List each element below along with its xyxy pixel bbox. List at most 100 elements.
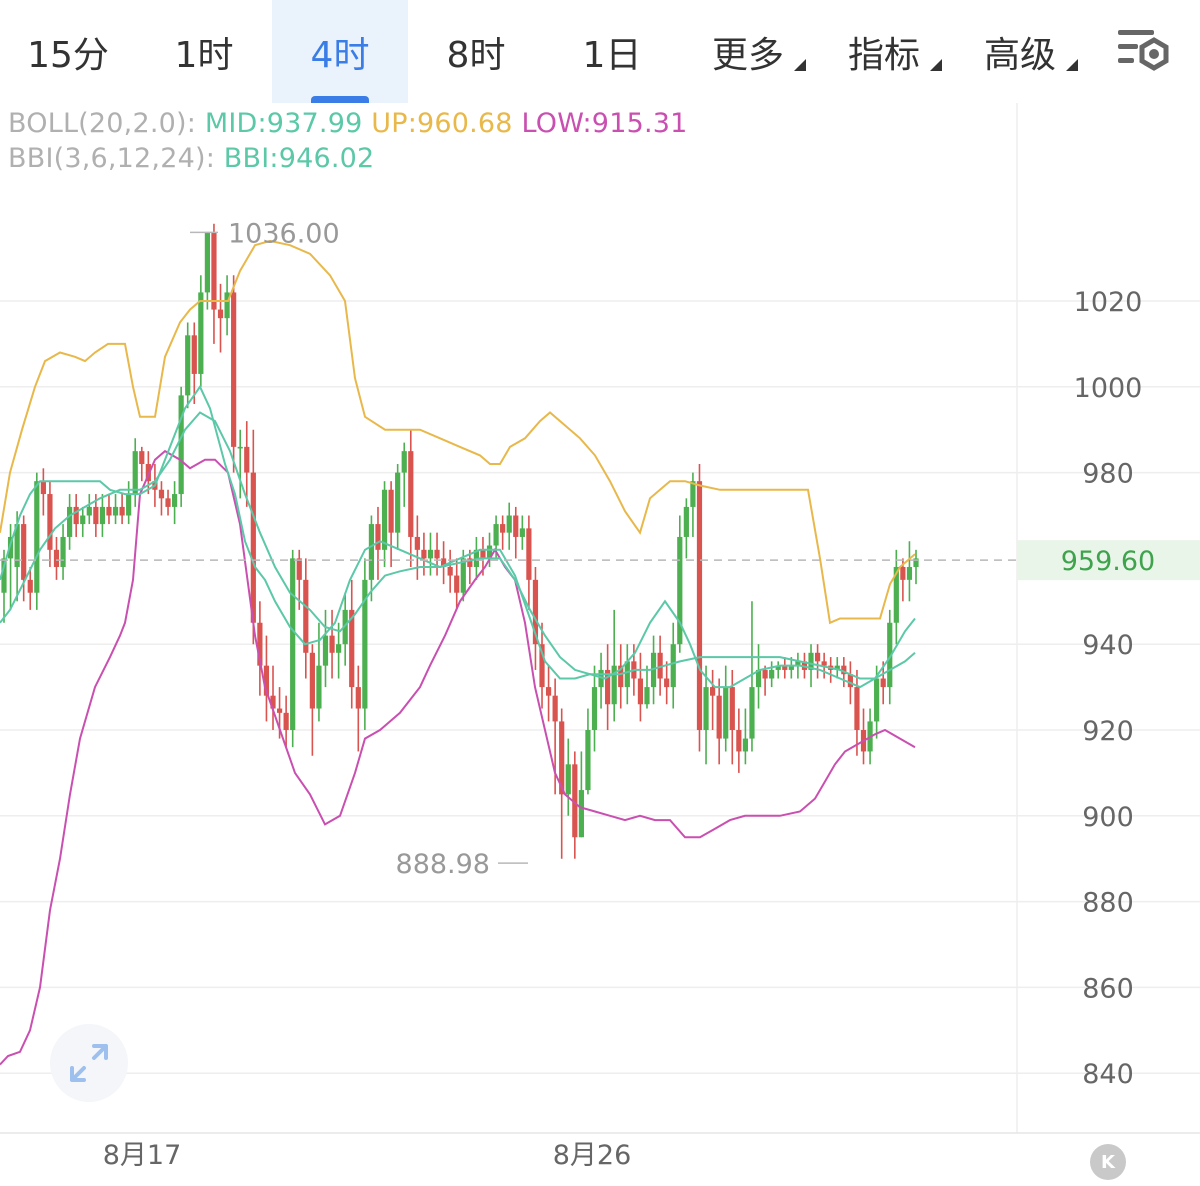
candle-body xyxy=(185,335,191,396)
candle-body xyxy=(710,687,716,696)
tab-label: 8时 xyxy=(446,34,506,76)
candle-body xyxy=(408,451,414,537)
candle-body xyxy=(880,678,886,688)
candle-body xyxy=(729,687,735,730)
candle-body xyxy=(73,506,79,525)
candle-body xyxy=(204,232,210,293)
candle-body xyxy=(421,549,427,559)
candle-body xyxy=(395,472,401,533)
candle-body xyxy=(217,309,224,319)
candle-body xyxy=(178,395,184,495)
expand-button[interactable] xyxy=(50,1024,128,1102)
candle-body xyxy=(401,451,407,473)
candle-body xyxy=(34,481,40,593)
y-tick-label: 880 xyxy=(1082,888,1134,919)
candle-body xyxy=(814,652,821,662)
candle-body xyxy=(414,536,420,550)
candle-body xyxy=(375,524,381,550)
candle-body xyxy=(158,489,165,499)
candle-body xyxy=(80,515,86,525)
candle-body xyxy=(329,635,335,653)
tab-indicators[interactable]: 指标 xyxy=(816,0,952,103)
candle-body xyxy=(368,524,375,580)
candle-body xyxy=(624,661,630,688)
candle-body xyxy=(723,687,729,739)
candle-body xyxy=(132,451,138,495)
x-axis-label: 8月26 xyxy=(553,1140,632,1171)
candle-body xyxy=(112,506,119,516)
tab-label: 4时 xyxy=(310,34,370,76)
candle-body xyxy=(309,652,315,709)
candle-body xyxy=(296,558,302,580)
tab-label: 15分 xyxy=(27,34,109,76)
candle-body xyxy=(388,489,394,533)
candle-body xyxy=(86,506,92,516)
candle-body xyxy=(244,446,250,473)
tab-more[interactable]: 更多 xyxy=(680,0,816,103)
high-marker-label: 1036.00 xyxy=(228,218,340,249)
candle-body xyxy=(434,549,440,559)
y-tick-label: 980 xyxy=(1082,459,1134,490)
candle-body xyxy=(290,558,296,730)
candle-body xyxy=(237,446,243,449)
candle-body xyxy=(283,712,289,730)
candle-body xyxy=(93,506,99,525)
candle-body xyxy=(427,549,434,559)
candle-body xyxy=(336,644,342,653)
candle-body xyxy=(126,494,132,516)
candle-body xyxy=(493,524,499,546)
tab-label: 更多 xyxy=(711,34,784,76)
candle-body xyxy=(165,498,171,507)
candle-body xyxy=(460,558,466,593)
y-tick-label: 840 xyxy=(1082,1059,1134,1090)
candle-body xyxy=(637,678,644,705)
candle-body xyxy=(749,687,755,739)
candle-body xyxy=(231,292,237,447)
candle-body xyxy=(683,506,689,537)
candle-body xyxy=(670,644,676,688)
tab-label: 1时 xyxy=(174,34,234,76)
tab-4h[interactable]: 4时 xyxy=(272,0,408,103)
kline-toggle-button[interactable]: K xyxy=(1090,1144,1126,1180)
candle-body xyxy=(27,579,33,593)
candle-body xyxy=(565,764,571,795)
candle-body xyxy=(21,524,27,580)
candle-body xyxy=(67,506,73,537)
candle-body xyxy=(716,695,722,739)
candle-body xyxy=(355,687,361,709)
candle-body xyxy=(211,232,217,310)
boll-lower-band xyxy=(0,449,916,1066)
candle-body xyxy=(506,515,512,533)
candlestick-chart[interactable]: 1020 1000 980 940 920 900 880 860 840 959.60 1036.… xyxy=(0,103,1200,1186)
candle-body xyxy=(171,494,178,507)
candle-body xyxy=(119,506,125,516)
expand-icon xyxy=(70,1044,108,1082)
tab-1h[interactable]: 1时 xyxy=(136,0,272,103)
candle-body xyxy=(552,695,558,722)
candle-body xyxy=(250,472,256,623)
x-axis-label: 8月17 xyxy=(103,1140,182,1171)
candle-body xyxy=(381,489,388,550)
candle-body xyxy=(854,687,860,730)
dropdown-caret-icon xyxy=(1066,59,1078,71)
tab-1d[interactable]: 1日 xyxy=(544,0,680,103)
candle-body xyxy=(664,678,670,688)
candle-body xyxy=(874,678,880,722)
candle-body xyxy=(526,528,532,580)
chart-settings-icon[interactable] xyxy=(1112,22,1176,78)
candle-body xyxy=(591,687,598,730)
candle-body xyxy=(53,549,60,567)
tab-8h[interactable]: 8时 xyxy=(408,0,544,103)
tab-label: 高级 xyxy=(983,34,1056,76)
candle-body xyxy=(106,506,112,516)
candle-body xyxy=(500,524,506,533)
tab-advanced[interactable]: 高级 xyxy=(952,0,1088,103)
candle-body xyxy=(447,566,453,576)
y-tick-label: 900 xyxy=(1082,802,1134,833)
candle-body xyxy=(821,661,827,666)
current-price-label: 959.60 xyxy=(1061,546,1155,577)
tab-15min[interactable]: 15分 xyxy=(0,0,136,103)
candle-body xyxy=(519,528,525,537)
y-tick-label: 940 xyxy=(1082,630,1134,661)
candle-body xyxy=(513,515,519,537)
